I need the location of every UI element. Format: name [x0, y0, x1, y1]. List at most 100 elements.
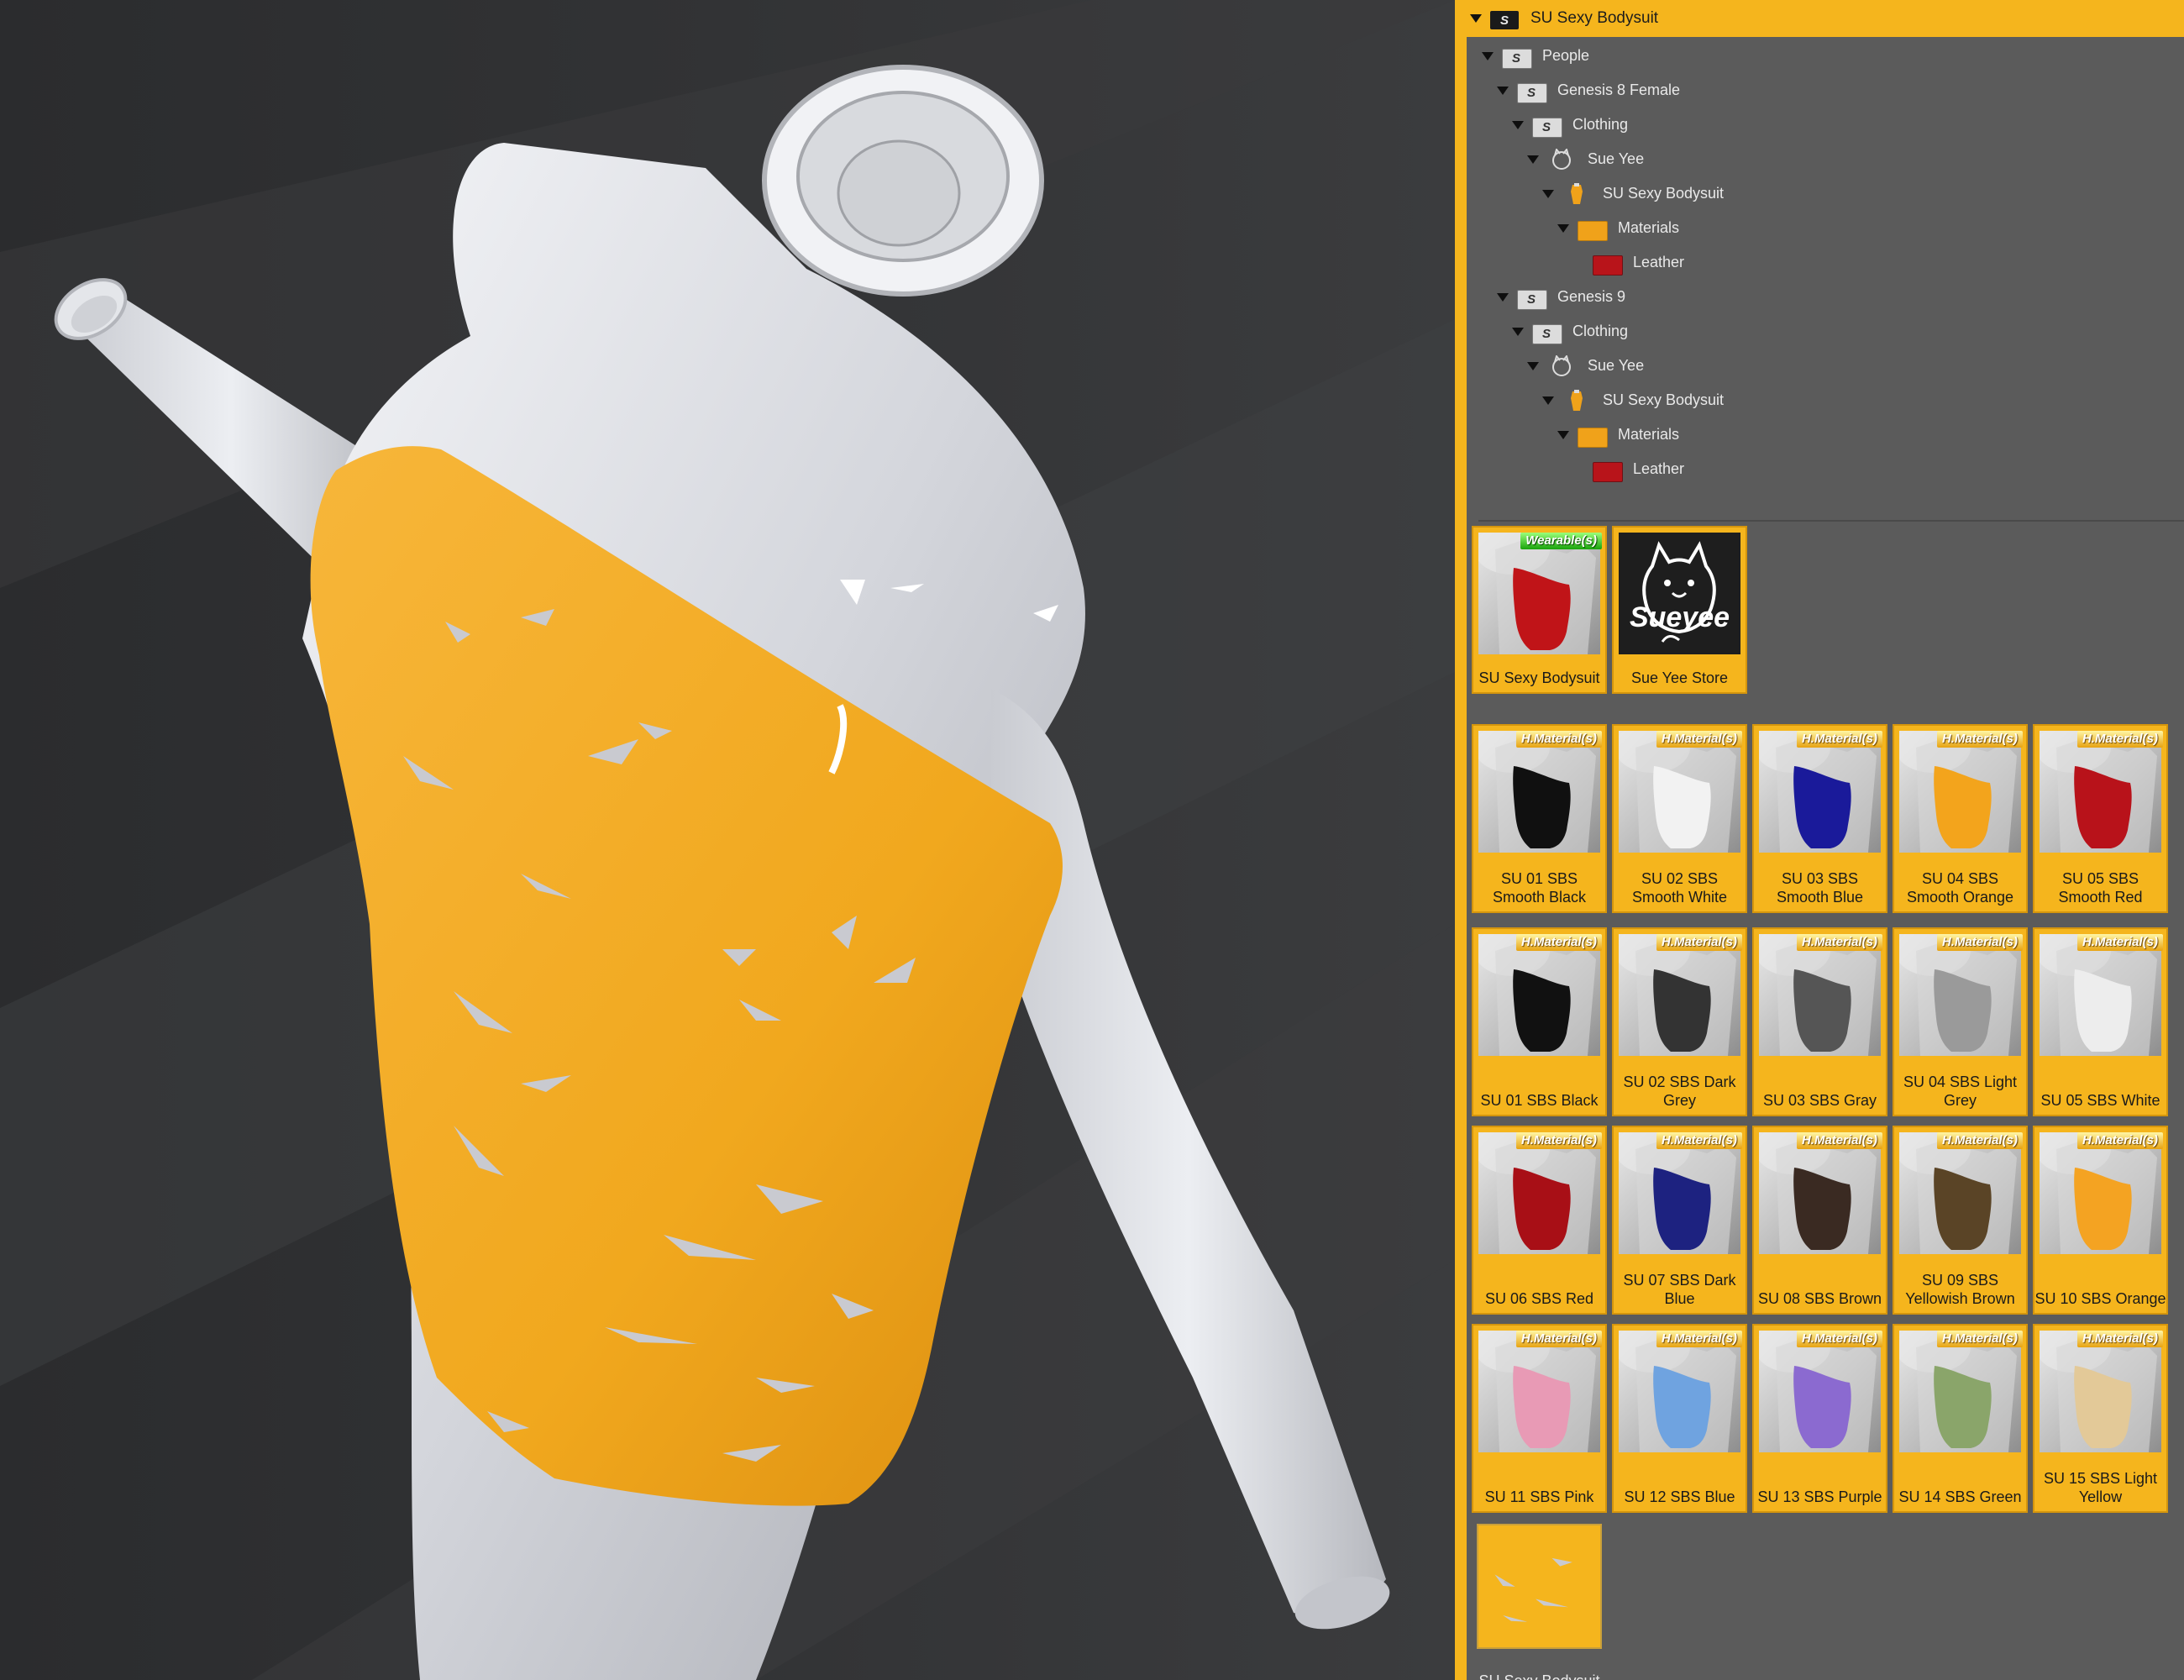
expand-arrow-icon[interactable]	[1527, 361, 1539, 370]
asset-label: SU 04 SBS Light Grey	[1903, 1074, 2018, 1109]
tree-row-label: Leather	[1633, 460, 1685, 477]
tree-row[interactable]: Materials	[1557, 417, 1679, 452]
render-viewport	[0, 0, 1455, 1680]
bodysuit-preview-icon	[1478, 731, 1596, 853]
asset-tile[interactable]: H.Material(s) SU 15 SBS Light Yellow	[2033, 1324, 2168, 1513]
asset-tile[interactable]: H.Material(s) SU 10 SBS Orange	[2033, 1126, 2168, 1315]
asset-label: SU 06 SBS Red	[1484, 1290, 1594, 1307]
asset-tile[interactable]: H.Material(s) SU 04 SBS Smooth Orange	[1893, 724, 2028, 913]
folder-icon: S	[1517, 286, 1547, 310]
tree-row[interactable]: S Clothing	[1512, 314, 1628, 349]
asset-tile[interactable]: H.Material(s) SU 05 SBS White	[2033, 927, 2168, 1116]
expand-arrow-icon[interactable]	[1512, 327, 1524, 336]
bodysuit-preview-icon	[1619, 1132, 1736, 1254]
asset-tile[interactable]: H.Material(s) SU 01 SBS Black	[1472, 927, 1607, 1116]
asset-tile[interactable]: H.Material(s) SU 14 SBS Green	[1893, 1324, 2028, 1513]
bodysuit-preview-icon	[2040, 934, 2157, 1056]
vendor-icon	[1547, 354, 1578, 377]
asset-thumbnail	[1619, 1331, 1740, 1452]
expand-arrow-icon[interactable]	[1527, 155, 1539, 164]
asset-thumbnail	[2040, 1331, 2161, 1452]
expand-arrow-icon[interactable]	[1557, 223, 1569, 233]
asset-thumbnail	[2040, 934, 2161, 1056]
asset-label: SU 04 SBS Smooth Orange	[1906, 870, 2014, 906]
asset-thumbnail	[1478, 1331, 1600, 1452]
tree-row-label: Clothing	[1572, 116, 1629, 133]
asset-label: SU 07 SBS Dark Blue	[1623, 1272, 1736, 1307]
tree-divider	[1478, 520, 2184, 522]
asset-type-badge: H.Material(s)	[1936, 1331, 2023, 1347]
asset-tile[interactable]: H.Material(s) SU 07 SBS Dark Blue	[1612, 1126, 1747, 1315]
tree-row[interactable]: SU Sexy Bodysuit	[1542, 383, 1724, 417]
asset-tile[interactable]: H.Material(s) SU 09 SBS Yellowish Brown	[1893, 1126, 2028, 1315]
asset-tile[interactable]: H.Material(s) SU 11 SBS Pink	[1472, 1324, 1607, 1513]
folder-icon: S	[1517, 80, 1547, 103]
asset-tile[interactable]: H.Material(s) SU 02 SBS Smooth White	[1612, 724, 1747, 913]
asset-tile[interactable]: H.Material(s) SU 02 SBS Dark Grey	[1612, 927, 1747, 1116]
asset-tile[interactable]: H.Material(s) SU 01 SBS Smooth Black	[1472, 724, 1607, 913]
bodysuit-preview-icon	[1478, 934, 1596, 1056]
asset-tile[interactable]: H.Material(s) SU 13 SBS Purple	[1752, 1324, 1887, 1513]
expand-arrow-icon[interactable]	[1557, 430, 1569, 439]
asset-label: SU Sexy Bodysuit	[1478, 669, 1600, 686]
asset-thumbnail	[1759, 731, 1881, 853]
logo-text: Sueyee	[1629, 601, 1730, 633]
asset-type-badge: H.Material(s)	[1796, 934, 1882, 951]
asset-thumbnail	[1899, 731, 2021, 853]
tree-row[interactable]: Sue Yee	[1527, 142, 1644, 176]
tree-root-row[interactable]: S SU Sexy Bodysuit	[1470, 0, 1658, 37]
tree-row[interactable]: S Genesis 9	[1497, 280, 1625, 314]
asset-tile[interactable]: H.Material(s) SU 03 SBS Gray	[1752, 927, 1887, 1116]
expand-arrow-icon[interactable]	[1542, 396, 1554, 405]
tree-row-label: Materials	[1618, 219, 1680, 236]
asset-label: SU 01 SBS Black	[1480, 1092, 1599, 1109]
tree-row[interactable]: Materials	[1557, 211, 1679, 245]
tree-row-label: Sue Yee	[1588, 150, 1645, 167]
asset-type-badge: H.Material(s)	[1936, 1132, 2023, 1149]
asset-tile[interactable]: H.Material(s) SU 03 SBS Smooth Blue	[1752, 724, 1887, 913]
expand-arrow-icon[interactable]	[1482, 51, 1494, 60]
asset-tile[interactable]: H.Material(s) SU 08 SBS Brown	[1752, 1126, 1887, 1315]
bodysuit-preview-icon	[1899, 934, 2017, 1056]
asset-thumbnail	[1899, 934, 2021, 1056]
bodysuit-preview-icon	[1478, 533, 1596, 654]
bodysuit-preview-icon	[1899, 731, 2017, 853]
tree-row-label: Genesis 8 Female	[1557, 81, 1681, 98]
expand-arrow-icon[interactable]	[1470, 14, 1482, 23]
tree-row[interactable]: SU Sexy Bodysuit	[1542, 176, 1724, 211]
asset-tile[interactable]: H.Material(s) SU 04 SBS Light Grey	[1893, 927, 2028, 1116]
asset-tile[interactable]: Wearable(s) SU Sexy Bodysuit	[1472, 526, 1607, 694]
asset-thumbnail	[2040, 731, 2161, 853]
asset-tile[interactable]: Sueyee Sue Yee Store	[1612, 526, 1747, 694]
asset-thumbnail	[1619, 1132, 1740, 1254]
asset-tile[interactable]: SU Sexy Bodysuit Hole	[1472, 1524, 1607, 1680]
tree-row[interactable]: Sue Yee	[1527, 349, 1644, 383]
asset-label: SU 03 SBS Gray	[1762, 1092, 1877, 1109]
asset-thumbnail	[1759, 934, 1881, 1056]
asset-thumbnail	[1619, 731, 1740, 853]
asset-label: SU 11 SBS Pink	[1484, 1488, 1594, 1505]
asset-tile[interactable]: H.Material(s) SU 06 SBS Red	[1472, 1126, 1607, 1315]
hole-pattern-icon	[1494, 1557, 1572, 1622]
expand-arrow-icon[interactable]	[1497, 292, 1509, 302]
tree-row[interactable]: S People	[1482, 39, 1589, 73]
asset-thumbnail: Sueyee	[1619, 533, 1740, 654]
vendor-icon	[1547, 148, 1578, 171]
tree-row[interactable]: Leather	[1572, 245, 1684, 280]
asset-thumbnail	[1759, 1132, 1881, 1254]
leather-icon	[1593, 252, 1623, 276]
asset-type-badge: H.Material(s)	[1515, 1331, 1602, 1347]
expand-arrow-icon[interactable]	[1497, 86, 1509, 95]
tree-row[interactable]: S Clothing	[1512, 108, 1628, 142]
expand-arrow-icon[interactable]	[1512, 120, 1524, 129]
tree-row[interactable]: S Genesis 8 Female	[1497, 73, 1680, 108]
asset-label: SU 15 SBS Light Yellow	[2043, 1470, 2158, 1505]
asset-label: SU 10 SBS Orange	[2034, 1290, 2166, 1307]
folder-icon: S	[1490, 8, 1520, 29]
tree-row-label: SU Sexy Bodysuit	[1603, 391, 1725, 408]
asset-tile[interactable]: H.Material(s) SU 05 SBS Smooth Red	[2033, 724, 2168, 913]
expand-arrow-icon[interactable]	[1542, 189, 1554, 198]
asset-tile[interactable]: H.Material(s) SU 12 SBS Blue	[1612, 1324, 1747, 1513]
tree-row[interactable]: Leather	[1572, 452, 1684, 486]
bodysuit-preview-icon	[1478, 1331, 1596, 1452]
